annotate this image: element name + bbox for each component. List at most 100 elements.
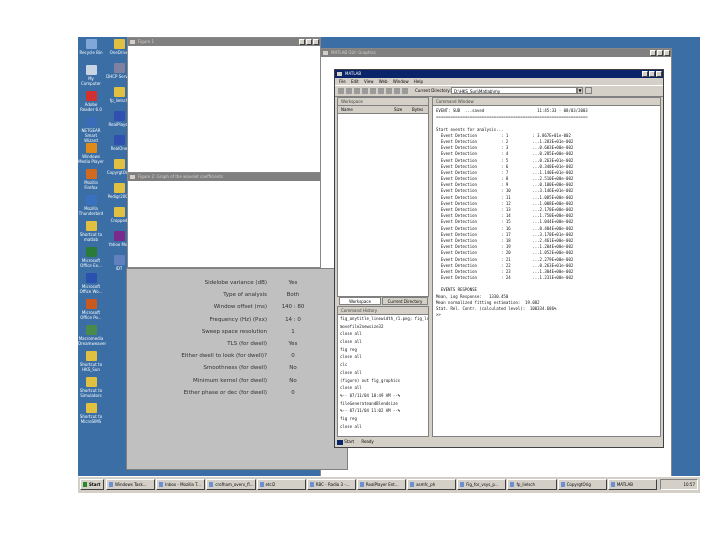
history-line[interactable]: fig reg <box>340 416 426 424</box>
open-file-icon[interactable] <box>346 88 352 94</box>
paste-icon[interactable] <box>370 88 376 94</box>
undo-icon[interactable] <box>378 88 384 94</box>
taskbar-button[interactable]: Inbox - Mozilla T... <box>156 479 206 490</box>
matlab-window[interactable]: MATLAB File Edit View Web Window Help Cu… <box>334 69 664 448</box>
workspace-col-name[interactable]: Name <box>341 106 353 113</box>
settings-value[interactable]: Yes <box>273 341 313 347</box>
simulink-icon[interactable] <box>394 88 400 94</box>
desktop-icon[interactable]: Shortcut to HKS_Sun <box>78 351 104 372</box>
copy-icon[interactable] <box>362 88 368 94</box>
redo-icon[interactable] <box>386 88 392 94</box>
new-file-icon[interactable] <box>338 88 344 94</box>
settings-value[interactable]: Both <box>273 292 313 298</box>
settings-value[interactable]: 140 : 80 <box>273 304 313 310</box>
history-line[interactable]: fig_anytitle_linewidth_r1.png; fig_ld... <box>340 316 428 324</box>
history-line[interactable]: fileGenerateandBlendsize <box>340 401 426 409</box>
workspace-col-bytes[interactable]: Bytes <box>412 106 423 113</box>
taskbar-button[interactable]: crofham_overv_fl... <box>206 479 256 490</box>
settings-label: Type of analysis <box>223 292 267 299</box>
start-icon[interactable] <box>337 439 343 445</box>
settings-value[interactable]: 1 <box>273 329 313 335</box>
menu-help[interactable]: Help <box>414 79 423 84</box>
chevron-down-icon[interactable]: ▼ <box>577 87 583 94</box>
history-line[interactable]: close all <box>340 424 426 432</box>
settings-value[interactable]: 14 : 0 <box>273 317 313 323</box>
tab-current-directory[interactable]: Current Directory <box>382 297 428 305</box>
settings-label: Either dwell to look (for dwell)? <box>181 353 267 360</box>
figure-3-titlebar[interactable]: MATLAB GUI: Graphics <box>321 49 671 57</box>
command-window-panel[interactable]: Command Window EVENT: SUB ...saved 11:45… <box>432 97 661 437</box>
history-line[interactable]: (figure) out fig_graphics <box>340 378 426 386</box>
taskbar-button[interactable]: asmfc_ph <box>407 479 457 490</box>
settings-value[interactable]: 0 <box>273 390 313 396</box>
taskbar-button[interactable]: fp_lielsch <box>507 479 557 490</box>
desktop-icon[interactable]: Mozilla Firefox <box>78 169 104 190</box>
menu-view[interactable]: View <box>364 79 374 84</box>
minimize-icon[interactable] <box>642 71 648 77</box>
taskbar-button[interactable]: Windows Task... <box>106 479 156 490</box>
menu-file[interactable]: File <box>339 79 346 84</box>
history-line[interactable]: close all <box>340 339 426 347</box>
desktop-icon[interactable]: Recycle Bin <box>78 39 104 55</box>
history-line[interactable]: close all <box>340 354 426 362</box>
taskbar-button[interactable]: RealPlayer Ent... <box>356 479 407 490</box>
menu-web[interactable]: Web <box>379 79 388 84</box>
history-line[interactable]: close all <box>340 385 426 393</box>
taskbar-button[interactable]: MATLAB <box>607 479 657 490</box>
desktop-icon[interactable]: Windows Media Player <box>78 143 104 164</box>
figure-2-window[interactable]: Figure 2: Graph of the wavelet coefficie… <box>127 172 321 268</box>
settings-value[interactable]: 0 <box>273 353 313 359</box>
settings-label: Sidelobe variance (dB) <box>204 280 267 286</box>
system-tray: 10:57 <box>660 479 698 490</box>
history-line[interactable]: %-- 07/11/04 11:02 AM --% <box>340 408 426 416</box>
desktop-icon[interactable]: Microsoft Office Wo... <box>78 273 104 294</box>
current-directory-input[interactable]: D:\HKS_Sun\Matlab\my <box>451 87 577 94</box>
matlab-titlebar[interactable]: MATLAB <box>335 70 663 78</box>
history-line[interactable]: fig reg <box>340 347 426 355</box>
taskbar-button[interactable]: RBC - Radio 3 -... <box>306 479 356 490</box>
app-icon <box>359 482 364 487</box>
settings-value[interactable]: No <box>273 365 313 371</box>
settings-value[interactable]: No <box>273 378 313 384</box>
maximize-icon[interactable] <box>657 50 663 56</box>
figure-1-titlebar[interactable]: Figure 1 <box>128 38 320 46</box>
history-line[interactable]: movefile2newsize32 <box>340 324 426 332</box>
history-line[interactable]: close all <box>340 331 426 339</box>
menu-window[interactable]: Window <box>393 79 409 84</box>
figure-2-titlebar[interactable]: Figure 2: Graph of the wavelet coefficie… <box>128 173 320 181</box>
desktop-icon[interactable]: Microsoft Office Po... <box>78 299 104 320</box>
settings-value[interactable]: Yes <box>273 280 313 286</box>
history-line[interactable]: close all <box>340 370 426 378</box>
settings-panel: Sidelobe variance (dB) Yes Type of analysi… <box>126 268 348 470</box>
desktop-icon[interactable]: Mozilla Thunderbird <box>78 195 104 216</box>
taskbar-button[interactable]: Fig_for_vsys_p... <box>457 479 507 490</box>
desktop-icon[interactable]: Macromedia Dreamweaver <box>78 325 106 346</box>
browse-folder-icon[interactable] <box>585 87 592 94</box>
menu-edit[interactable]: Edit <box>351 79 359 84</box>
figure-1-window[interactable]: Figure 1 <box>127 37 321 175</box>
desktop-icon[interactable]: Shortcut to matlab <box>78 221 104 242</box>
desktop-icon[interactable]: Shortcut to Simulators <box>78 377 104 398</box>
minimize-icon[interactable] <box>650 50 656 56</box>
desktop-icon[interactable]: Shortcut to MicroSIMS <box>78 403 104 424</box>
desktop-icon[interactable]: NETGEAR Smart Wizard <box>78 117 104 143</box>
cut-icon[interactable] <box>354 88 360 94</box>
history-line[interactable]: clc <box>340 362 426 370</box>
matlab-start-label[interactable]: Start <box>344 439 354 444</box>
start-button[interactable]: Start <box>80 479 104 490</box>
desktop-icon[interactable]: Adobe Reader 6.0 <box>78 91 104 112</box>
taskbar-button[interactable]: CopyrgtOrig <box>557 479 607 490</box>
desktop-icon[interactable]: Microsoft Office Ex... <box>78 247 104 268</box>
taskbar-button[interactable]: etcl2 <box>256 479 306 490</box>
help-icon[interactable] <box>402 88 408 94</box>
close-icon[interactable] <box>664 50 670 56</box>
desktop-icon[interactable]: My Computer <box>78 65 104 86</box>
close-icon[interactable] <box>313 39 319 45</box>
history-line[interactable]: %-- 07/11/04 10:49 AM --% <box>340 393 426 401</box>
minimize-icon[interactable] <box>299 39 305 45</box>
tab-workspace[interactable]: Workspace <box>339 297 381 305</box>
maximize-icon[interactable] <box>306 39 312 45</box>
close-icon[interactable] <box>656 71 662 77</box>
workspace-col-size[interactable]: Size <box>394 106 402 113</box>
maximize-icon[interactable] <box>649 71 655 77</box>
